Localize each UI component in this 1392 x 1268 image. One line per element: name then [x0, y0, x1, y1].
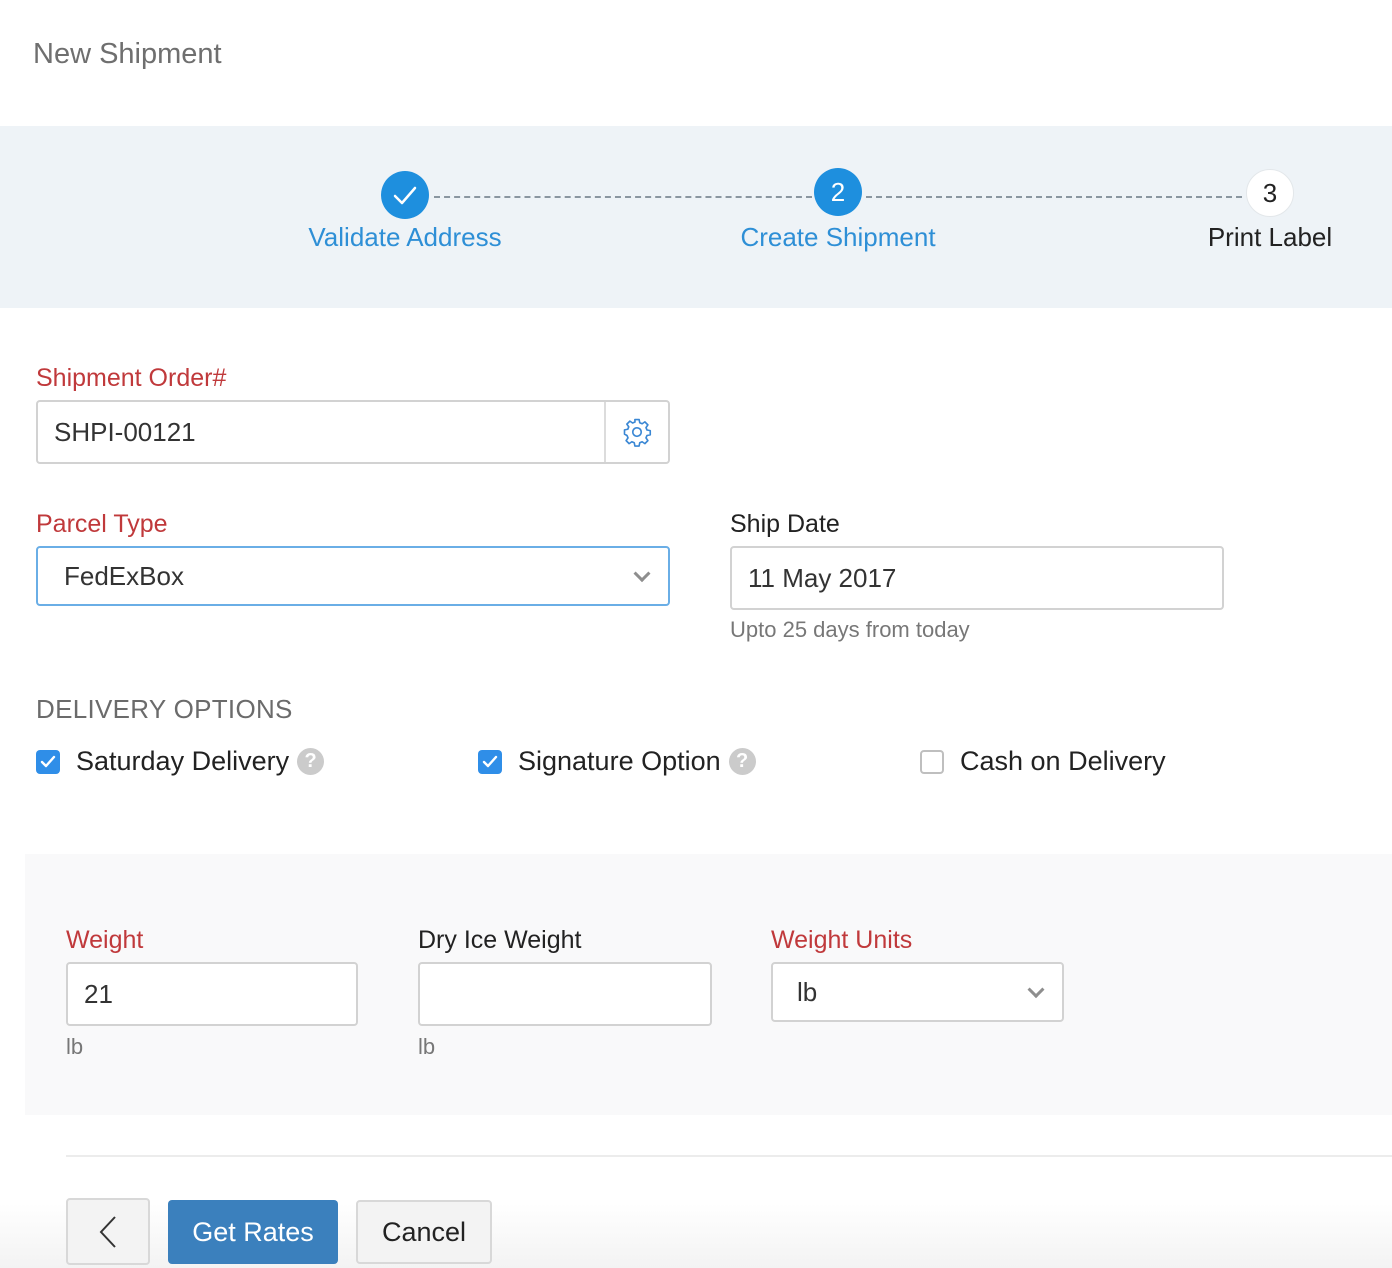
check-icon	[392, 184, 418, 206]
footer-divider	[66, 1155, 1392, 1157]
saturday-delivery-checkbox[interactable]	[36, 750, 60, 774]
delivery-options-title: DELIVERY OPTIONS	[36, 694, 293, 725]
step-2-circle: 2	[814, 168, 862, 216]
parcel-type-value: FedExBox	[48, 561, 184, 592]
chevron-down-icon	[1028, 981, 1045, 998]
parcel-type-label: Parcel Type	[36, 510, 168, 539]
weight-value: 21	[68, 979, 113, 1010]
step-1-circle[interactable]	[381, 171, 429, 219]
dry-ice-weight-label: Dry Ice Weight	[418, 926, 581, 955]
cash-on-delivery-label: Cash on Delivery	[960, 746, 1166, 777]
cash-on-delivery-option[interactable]: Cash on Delivery	[920, 746, 1166, 777]
weight-unit-hint: lb	[66, 1034, 83, 1060]
shipment-order-label: Shipment Order#	[36, 364, 226, 393]
chevron-left-icon	[98, 1215, 118, 1249]
signature-option-label: Signature Option	[518, 746, 721, 777]
step-connector	[434, 196, 812, 198]
cancel-button[interactable]: Cancel	[356, 1200, 492, 1264]
ship-date-field[interactable]: 11 May 2017	[730, 546, 1224, 610]
step-2-label: Create Shipment	[740, 222, 935, 253]
progress-stepper: Validate Address 2 Create Shipment 3 Pri…	[0, 126, 1392, 308]
back-button[interactable]	[66, 1198, 150, 1265]
help-icon[interactable]: ?	[297, 748, 324, 775]
ship-date-label: Ship Date	[730, 510, 840, 539]
step-3-circle: 3	[1246, 169, 1294, 217]
ship-date-value: 11 May 2017	[732, 563, 896, 594]
weight-field[interactable]: 21	[66, 962, 358, 1026]
weight-label: Weight	[66, 926, 143, 955]
parcel-type-select[interactable]: FedExBox	[36, 546, 670, 606]
dry-ice-weight-field[interactable]	[418, 962, 712, 1026]
help-icon[interactable]: ?	[729, 748, 756, 775]
page-title: New Shipment	[33, 38, 222, 71]
get-rates-button[interactable]: Get Rates	[168, 1200, 338, 1264]
weight-units-select[interactable]: lb	[771, 962, 1064, 1022]
saturday-delivery-option[interactable]: Saturday Delivery ?	[36, 746, 324, 777]
step-connector	[866, 196, 1242, 198]
weight-units-value: lb	[781, 977, 817, 1008]
check-icon	[482, 755, 498, 769]
weight-units-label: Weight Units	[771, 926, 912, 955]
ship-date-hint: Upto 25 days from today	[730, 617, 970, 643]
shipment-order-field[interactable]: SHPI-00121	[36, 400, 670, 464]
step-3-label: Print Label	[1208, 222, 1332, 253]
shipment-order-settings-button[interactable]	[604, 402, 668, 462]
chevron-down-icon	[634, 565, 651, 582]
dry-ice-weight-unit-hint: lb	[418, 1034, 435, 1060]
gear-icon	[622, 417, 652, 447]
step-1-label[interactable]: Validate Address	[308, 222, 501, 253]
shipment-order-value: SHPI-00121	[38, 417, 196, 448]
signature-option[interactable]: Signature Option ?	[478, 746, 756, 777]
cash-on-delivery-checkbox[interactable]	[920, 750, 944, 774]
check-icon	[40, 755, 56, 769]
saturday-delivery-label: Saturday Delivery	[76, 746, 289, 777]
signature-option-checkbox[interactable]	[478, 750, 502, 774]
